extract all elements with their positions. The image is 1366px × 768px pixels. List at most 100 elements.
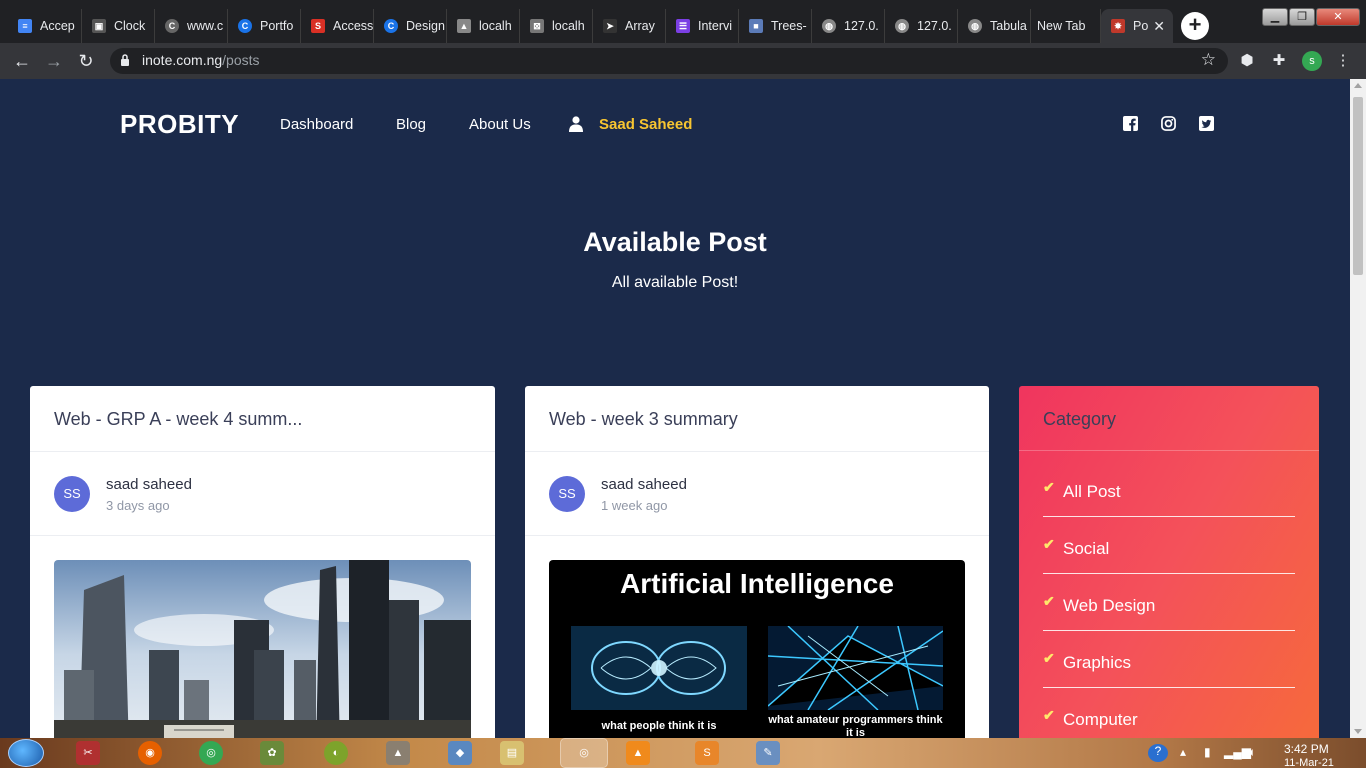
- category-title: Category: [1043, 409, 1117, 429]
- twitter-icon[interactable]: [1199, 116, 1214, 131]
- reload-icon[interactable]: ↻: [75, 51, 97, 71]
- extensions-puzzle-icon[interactable]: ✚: [1270, 52, 1288, 70]
- divider: [525, 535, 989, 536]
- browser-tab[interactable]: ■ Trees-: [739, 9, 812, 43]
- nav-link-blog[interactable]: Blog: [396, 116, 426, 133]
- forward-arrow-icon[interactable]: →: [43, 51, 65, 71]
- address-bar[interactable]: inote.com.ng/posts ☆: [110, 48, 1228, 74]
- browser-tab[interactable]: C Design: [374, 9, 447, 43]
- chrome-taskbar-active-icon[interactable]: ◎: [560, 738, 608, 768]
- volume-icon[interactable]: 🔈︎: [1249, 745, 1256, 760]
- tree-icon[interactable]: ▲: [386, 741, 410, 765]
- paint-icon[interactable]: ✎: [756, 741, 780, 765]
- tab-label: Accep: [40, 19, 75, 33]
- restore-window-button[interactable]: ❐: [1289, 8, 1315, 26]
- minimize-window-button[interactable]: ▁: [1262, 8, 1288, 26]
- browser-tab[interactable]: ⊠ localh: [520, 9, 593, 43]
- browser-tab[interactable]: C Portfo: [228, 9, 301, 43]
- nav-link-dashboard[interactable]: Dashboard: [280, 116, 353, 133]
- tab-label: Portfo: [260, 19, 294, 33]
- divider: [30, 451, 495, 452]
- divider: [1019, 450, 1319, 451]
- category-item-web-design[interactable]: ✔ Web Design: [1043, 574, 1295, 631]
- snipping-tool-icon[interactable]: ✂: [76, 741, 100, 765]
- browser-tab[interactable]: ☰ Intervi: [666, 9, 739, 43]
- post-card[interactable]: Web - GRP A - week 4 summ... SS saad sah…: [30, 386, 495, 738]
- bookmark-star-icon[interactable]: ☆: [1201, 50, 1216, 70]
- browser-tab[interactable]: ▲ localh: [447, 9, 520, 43]
- box-icon[interactable]: ◆: [448, 741, 472, 765]
- close-tab-icon[interactable]: ✕: [1153, 18, 1165, 35]
- new-tab-button[interactable]: +: [1181, 12, 1209, 40]
- back-arrow-icon[interactable]: ←: [11, 51, 33, 71]
- instagram-icon[interactable]: [1161, 116, 1176, 131]
- docs-icon: ≡: [18, 19, 32, 33]
- browser-tab[interactable]: New Tab: [1031, 9, 1101, 43]
- clock-date[interactable]: 11-Mar-21: [1284, 757, 1334, 768]
- browser-tab[interactable]: ▣ Clock: [82, 9, 155, 43]
- category-item-all-post[interactable]: ✔ All Post: [1043, 460, 1295, 517]
- post-image-artificial-intelligence[interactable]: Artificial Intelligence what people thin…: [549, 560, 965, 738]
- post-time: 3 days ago: [106, 498, 170, 513]
- category-panel: Category ✔ All Post ✔ Social ✔ Web Desig…: [1019, 386, 1319, 738]
- post-title[interactable]: Web - week 3 summary: [549, 409, 738, 430]
- tab-label: Trees-: [771, 19, 807, 33]
- category-item-graphics[interactable]: ✔ Graphics: [1043, 631, 1295, 688]
- show-hidden-icons-icon[interactable]: ▴: [1180, 745, 1186, 759]
- category-item-social[interactable]: ✔ Social: [1043, 517, 1295, 574]
- firefox-icon[interactable]: ◉: [138, 741, 162, 765]
- brain-network-image: [571, 626, 747, 710]
- site-brand-logo[interactable]: PROBITY: [120, 109, 239, 140]
- file-explorer-icon[interactable]: ▤: [500, 741, 524, 765]
- scrollbar-thumb[interactable]: [1353, 97, 1363, 275]
- browser-menu-icon[interactable]: ⋮: [1334, 52, 1352, 70]
- post-image-city-skyline[interactable]: [54, 560, 471, 738]
- category-label: All Post: [1063, 482, 1121, 501]
- browser-tab-active[interactable]: ✸ Po ✕: [1101, 9, 1173, 43]
- post-author[interactable]: saad saheed: [601, 476, 687, 493]
- battery-icon[interactable]: ▮: [1204, 745, 1211, 759]
- browser-tab[interactable]: ◍ 127.0.: [812, 9, 885, 43]
- close-window-button[interactable]: ✕: [1316, 8, 1360, 26]
- scroll-down-icon[interactable]: [1354, 729, 1362, 734]
- browser-tab[interactable]: ≡ Accep: [8, 9, 82, 43]
- scroll-up-icon[interactable]: [1354, 83, 1362, 88]
- browser-tab[interactable]: ◍ 127.0.: [885, 9, 958, 43]
- post-title[interactable]: Web - GRP A - week 4 summ...: [54, 409, 302, 430]
- user-icon: [569, 116, 583, 132]
- category-label: Social: [1063, 539, 1110, 558]
- mountain-icon: ▲: [457, 19, 471, 33]
- user-name-link[interactable]: Saad Saheed: [599, 116, 692, 133]
- browser-tab[interactable]: ➤ Array: [593, 9, 666, 43]
- bird-icon: ➤: [603, 19, 617, 33]
- browser-tab[interactable]: C www.c: [155, 9, 228, 43]
- browser-tab[interactable]: S Access: [301, 9, 374, 43]
- check-icon: ✔: [1043, 536, 1055, 552]
- profile-avatar[interactable]: s: [1302, 51, 1322, 71]
- os-taskbar: ✂ ◉ ◎ ✿ ◐ ▲ ◆ ▤ ◎ ▲ S ✎ ? ▴ ▮ ▂▄▆ 🔈︎ 3:4…: [0, 738, 1366, 768]
- check-icon: ✔: [1043, 707, 1055, 723]
- app-icon[interactable]: ✿: [260, 741, 284, 765]
- windows-start-button[interactable]: [8, 739, 44, 767]
- sublime-text-icon[interactable]: S: [695, 741, 719, 765]
- page-scrollbar[interactable]: [1350, 79, 1366, 738]
- clock-time[interactable]: 3:42 PM: [1284, 742, 1329, 756]
- tab-label: Array: [625, 19, 655, 33]
- extension-cube-icon[interactable]: ⬢: [1238, 52, 1256, 70]
- c-icon: C: [238, 19, 252, 33]
- post-time: 1 week ago: [601, 498, 668, 513]
- nav-link-about-us[interactable]: About Us: [469, 116, 531, 133]
- facebook-icon[interactable]: [1123, 116, 1138, 131]
- help-icon[interactable]: ?: [1148, 744, 1168, 762]
- chameleon-icon[interactable]: ◐: [324, 741, 348, 765]
- network-signal-icon[interactable]: ▂▄▆: [1224, 745, 1251, 759]
- post-author[interactable]: saad saheed: [106, 476, 192, 493]
- browser-tab[interactable]: ◍ Tabula: [958, 9, 1031, 43]
- divider: [525, 451, 989, 452]
- tab-label: Clock: [114, 19, 146, 33]
- chrome-icon[interactable]: ◎: [199, 741, 223, 765]
- vlc-icon[interactable]: ▲: [626, 741, 650, 765]
- url-path: /posts: [222, 52, 260, 68]
- post-card[interactable]: Web - week 3 summary SS saad saheed 1 we…: [525, 386, 989, 738]
- category-item-computer[interactable]: ✔ Computer: [1043, 688, 1295, 738]
